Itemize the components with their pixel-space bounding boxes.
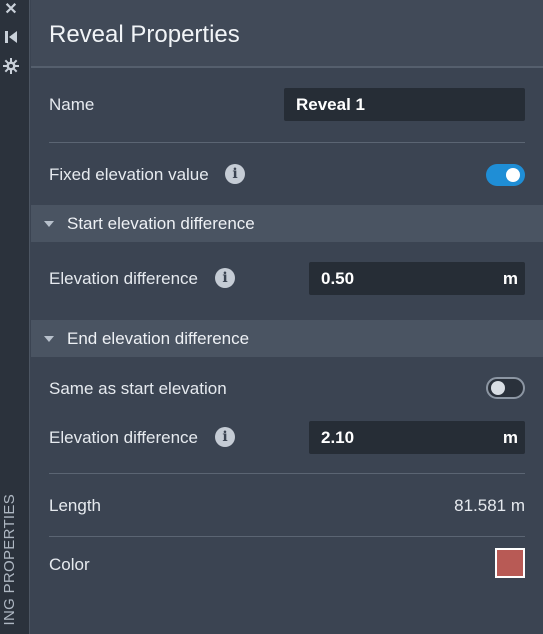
toggle-knob bbox=[506, 168, 520, 182]
divider bbox=[49, 536, 525, 537]
properties-panel: Reveal Properties Name Reveal 1 Fixed el… bbox=[31, 0, 543, 634]
collapse-icon[interactable] bbox=[0, 27, 22, 47]
divider bbox=[49, 142, 525, 143]
unit-label: m bbox=[502, 428, 518, 447]
info-icon[interactable]: i bbox=[215, 427, 235, 447]
length-label: Length bbox=[49, 496, 101, 515]
same-as-start-toggle[interactable] bbox=[486, 377, 525, 399]
same-as-start-label: Same as start elevation bbox=[49, 379, 227, 398]
panel-tab-label[interactable]: ING PROPERTIES bbox=[0, 494, 20, 634]
settings-icon[interactable] bbox=[0, 56, 22, 76]
caret-down-icon bbox=[44, 221, 54, 227]
start-elevation-value: 0.50 bbox=[321, 269, 355, 288]
name-field[interactable]: Reveal 1 bbox=[284, 88, 525, 121]
end-elevation-value: 2.10 bbox=[321, 428, 355, 447]
section-title: Start elevation difference bbox=[67, 214, 255, 233]
panel-header: Reveal Properties bbox=[31, 0, 543, 68]
start-elevation-section-header[interactable]: Start elevation difference bbox=[31, 205, 543, 242]
color-label: Color bbox=[49, 555, 90, 574]
toggle-knob bbox=[491, 381, 505, 395]
section-title: End elevation difference bbox=[67, 329, 250, 348]
divider bbox=[49, 473, 525, 474]
name-field-value: Reveal 1 bbox=[296, 95, 365, 114]
start-elevation-label: Elevation difference bbox=[49, 269, 199, 288]
start-elevation-field[interactable]: 0.50 m bbox=[309, 262, 525, 295]
end-elevation-section-header[interactable]: End elevation difference bbox=[31, 320, 543, 357]
info-icon[interactable]: i bbox=[225, 164, 245, 184]
side-rail: ✕ ING PROPERTIES bbox=[0, 0, 30, 634]
end-elevation-label: Elevation difference bbox=[49, 428, 199, 447]
fixed-elevation-toggle[interactable] bbox=[486, 164, 525, 186]
unit-label: m bbox=[502, 269, 518, 288]
color-swatch[interactable] bbox=[495, 548, 525, 578]
fixed-elevation-label: Fixed elevation value bbox=[49, 165, 209, 184]
close-icon[interactable]: ✕ bbox=[0, 0, 22, 20]
caret-down-icon bbox=[44, 336, 54, 342]
page-title: Reveal Properties bbox=[49, 21, 240, 48]
info-icon[interactable]: i bbox=[215, 268, 235, 288]
name-label: Name bbox=[49, 95, 95, 114]
length-value: 81.581 m bbox=[454, 496, 525, 515]
end-elevation-field[interactable]: 2.10 m bbox=[309, 421, 525, 454]
